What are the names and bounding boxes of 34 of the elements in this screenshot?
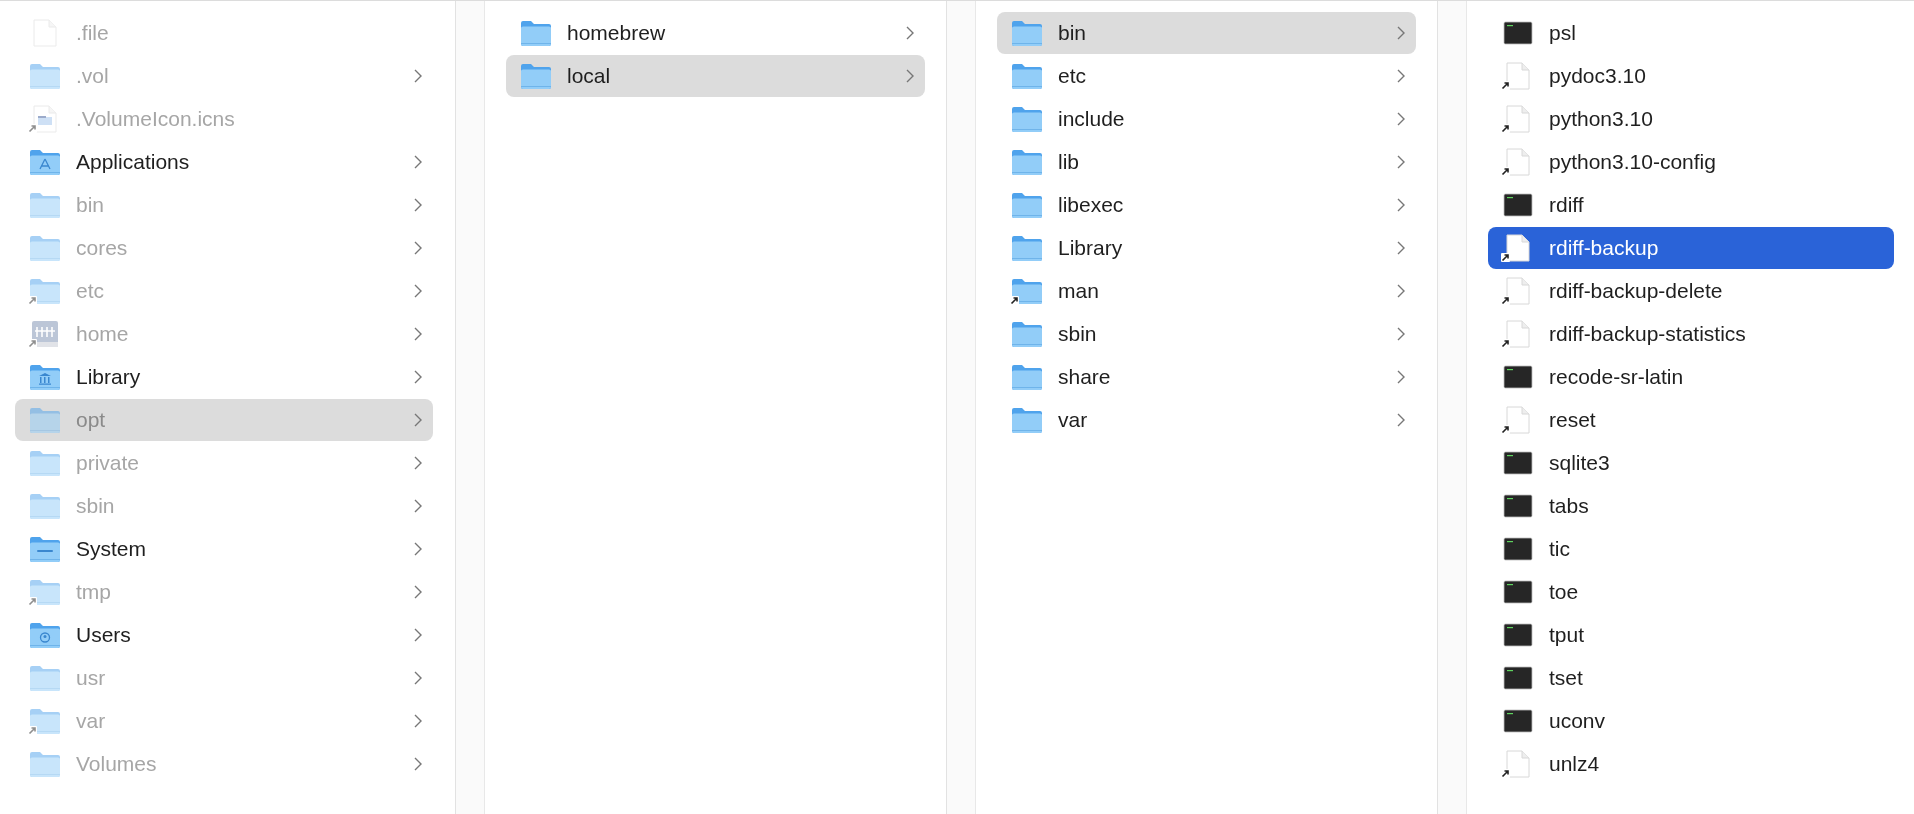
file-row[interactable]: python3.10 (1488, 98, 1894, 140)
file-row[interactable]: sbin (997, 313, 1416, 355)
file-row[interactable]: lib (997, 141, 1416, 183)
file-row[interactable]: Library (997, 227, 1416, 269)
file-row[interactable]: share (997, 356, 1416, 398)
file-row[interactable]: Users (15, 614, 433, 656)
file-row[interactable]: tabs (1488, 485, 1894, 527)
file-row[interactable]: uconv (1488, 700, 1894, 742)
file-row[interactable]: man (997, 270, 1416, 312)
file-row[interactable]: rdiff-backup-statistics (1488, 313, 1894, 355)
file-row[interactable]: rdiff-backup (1488, 227, 1894, 269)
file-row[interactable]: python3.10-config (1488, 141, 1894, 183)
file-row[interactable]: local (506, 55, 925, 97)
file-row[interactable]: rdiff (1488, 184, 1894, 226)
file-row[interactable]: Library (15, 356, 433, 398)
file-row[interactable]: psl (1488, 12, 1894, 54)
file-row[interactable]: tput (1488, 614, 1894, 656)
file-row[interactable]: reset (1488, 399, 1894, 441)
file-row[interactable]: System (15, 528, 433, 570)
file-row[interactable]: tset (1488, 657, 1894, 699)
file-row[interactable]: bin (997, 12, 1416, 54)
file-row[interactable]: toe (1488, 571, 1894, 613)
file-row[interactable]: rdiff-backup-delete (1488, 270, 1894, 312)
file-row[interactable]: etc (997, 55, 1416, 97)
file-row[interactable]: sqlite3 (1488, 442, 1894, 484)
file-row[interactable]: var (997, 399, 1416, 441)
file-row[interactable]: include (997, 98, 1416, 140)
file-row[interactable]: pydoc3.10 (1488, 55, 1894, 97)
file-row[interactable]: Applications (15, 141, 433, 183)
file-row[interactable]: recode-sr-latin (1488, 356, 1894, 398)
file-row[interactable]: homebrew (506, 12, 925, 54)
file-row[interactable]: unlz4 (1488, 743, 1894, 785)
file-row[interactable]: libexec (997, 184, 1416, 226)
file-row[interactable]: tic (1488, 528, 1894, 570)
